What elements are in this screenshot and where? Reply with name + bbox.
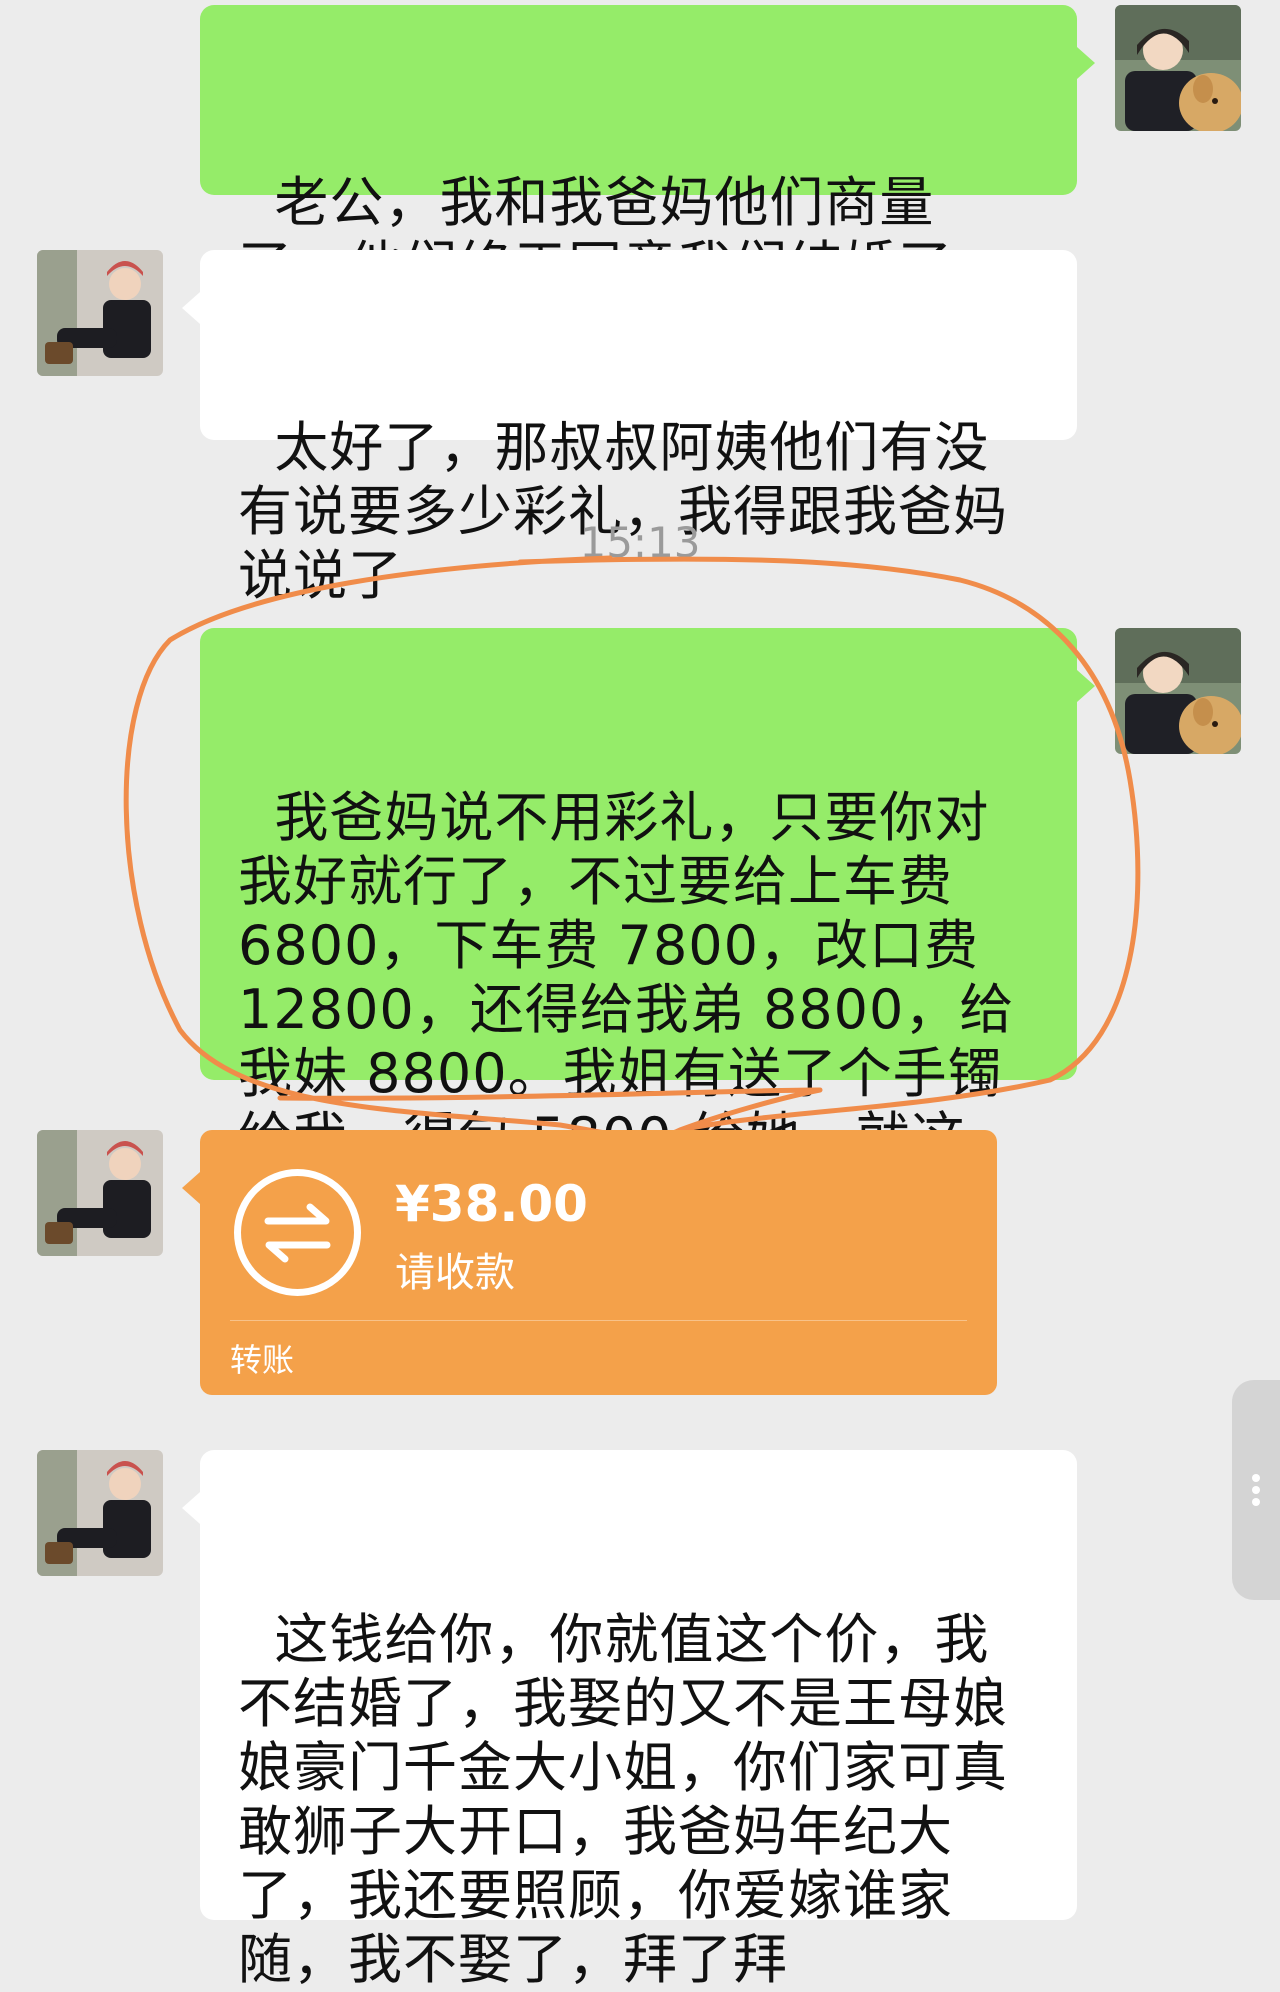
transfer-label: 转账 (230, 1341, 295, 1379)
avatar-self[interactable] (1115, 628, 1241, 754)
avatar-other-image (37, 250, 163, 376)
transfer-note: 请收款 (395, 1250, 515, 1296)
more-vertical-icon (1252, 1498, 1260, 1506)
message-bubble-self[interactable]: 老公，我和我爸妈他们商量了，他们终于同意我们结婚了 (200, 5, 1095, 298)
message-text: 太好了，那叔叔阿姨他们有没有说要多少彩礼，我得跟我爸妈说说了 (238, 416, 1008, 607)
message-text: 这钱给你，你就值这个价，我不结婚了，我娶的又不是王母娘娘豪门千金大小姐，你们家可… (238, 1608, 1008, 1991)
message-bubble-other[interactable]: 太好了，那叔叔阿姨他们有没有说要多少彩礼，我得跟我爸妈说说了 (182, 250, 1077, 607)
avatar-other-image (37, 1130, 163, 1256)
bubble-tail (182, 292, 200, 324)
avatar-self-image (1115, 5, 1241, 131)
bubble-tail (1077, 47, 1095, 79)
transfer-arrows-icon (230, 1165, 365, 1300)
transfer-card[interactable]: ¥38.00 请收款 转账 (182, 1130, 997, 1395)
transfer-divider (230, 1320, 967, 1321)
avatar-other[interactable] (37, 1130, 163, 1256)
avatar-self-image (1115, 628, 1241, 754)
bubble-tail (1077, 670, 1095, 702)
transfer-amount: ¥38.00 (395, 1175, 588, 1233)
side-more-handle[interactable] (1232, 1380, 1280, 1600)
bubble-tail (182, 1492, 200, 1524)
message-timestamp: 15:13 (579, 518, 701, 567)
avatar-other[interactable] (37, 1450, 163, 1576)
more-vertical-icon (1252, 1474, 1260, 1482)
avatar-other-image (37, 1450, 163, 1576)
avatar-self[interactable] (1115, 5, 1241, 131)
avatar-other[interactable] (37, 250, 163, 376)
bubble-tail (182, 1172, 200, 1204)
more-vertical-icon (1252, 1486, 1260, 1494)
message-bubble-self[interactable]: 我爸妈说不用彩礼，只要你对我好就行了，不过要给上车费 6800，下车费 7800… (200, 628, 1095, 1233)
message-bubble-other[interactable]: 这钱给你，你就值这个价，我不结婚了，我娶的又不是王母娘娘豪门千金大小姐，你们家可… (182, 1450, 1077, 1991)
